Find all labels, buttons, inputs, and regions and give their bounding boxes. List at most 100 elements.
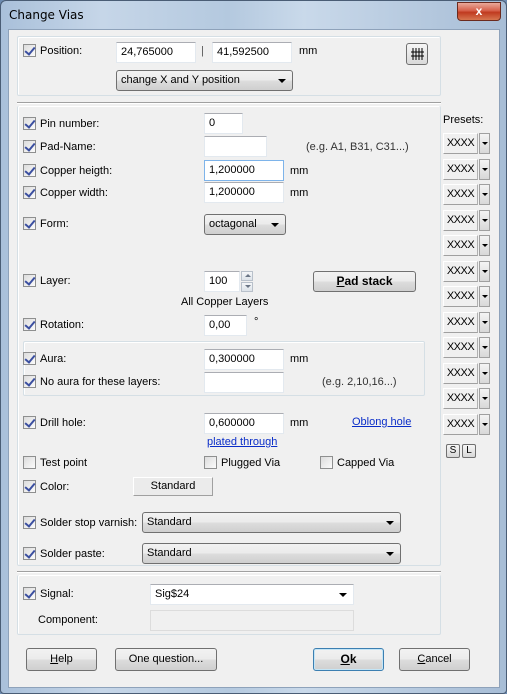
- form-checkbox[interactable]: [23, 217, 36, 230]
- spin-down-icon[interactable]: [241, 282, 253, 292]
- preset-item[interactable]: XXXX: [443, 133, 490, 154]
- rotation-unit: °: [254, 316, 259, 328]
- preset-item[interactable]: XXXX: [443, 362, 490, 384]
- solder-stop-value: Standard: [147, 516, 192, 528]
- copper-width-checkbox[interactable]: [23, 186, 36, 199]
- position-x-input[interactable]: 24,765000: [116, 42, 196, 63]
- no-aura-checkbox[interactable]: [23, 375, 36, 388]
- layer-input[interactable]: 100: [204, 271, 240, 292]
- title-bar[interactable]: Change Vias x: [1, 1, 506, 29]
- solder-paste-checkbox[interactable]: [23, 547, 36, 560]
- preset-dropdown-icon[interactable]: [479, 158, 490, 180]
- capped-via-label: Capped Via: [337, 457, 395, 469]
- drill-hole-label: Drill hole:: [40, 417, 86, 429]
- preset-dropdown-icon[interactable]: [479, 184, 490, 205]
- preset-dropdown-icon[interactable]: [479, 133, 490, 154]
- presets-title: Presets:: [443, 114, 484, 126]
- preset-button[interactable]: XXXX: [443, 260, 478, 282]
- preset-dropdown-icon[interactable]: [479, 388, 490, 409]
- color-checkbox[interactable]: [23, 480, 36, 493]
- solder-paste-select[interactable]: Standard: [142, 543, 401, 564]
- grid-icon: [411, 48, 424, 60]
- signal-label: Signal:: [40, 588, 74, 600]
- preset-dropdown-icon[interactable]: [479, 337, 490, 358]
- preset-item[interactable]: XXXX: [443, 388, 490, 409]
- preset-button[interactable]: XXXX: [443, 337, 478, 358]
- spin-up-icon[interactable]: [241, 271, 253, 281]
- position-mode-select[interactable]: change X and Y position: [116, 70, 293, 91]
- preset-dropdown-icon[interactable]: [479, 235, 490, 256]
- preset-button[interactable]: XXXX: [443, 133, 478, 154]
- preset-dropdown-icon[interactable]: [479, 362, 490, 384]
- solder-stop-label: Solder stop varnish:: [40, 517, 138, 529]
- copper-width-input[interactable]: 1,200000: [204, 182, 284, 203]
- preset-button[interactable]: XXXX: [443, 311, 478, 333]
- pin-number-checkbox[interactable]: [23, 117, 36, 130]
- cancel-label: ancel: [425, 653, 452, 665]
- drill-hole-input[interactable]: 0,600000: [204, 413, 284, 434]
- grid-button[interactable]: [406, 43, 428, 65]
- rotation-checkbox[interactable]: [23, 318, 36, 331]
- help-button[interactable]: Help: [26, 648, 97, 671]
- preset-item[interactable]: XXXX: [443, 184, 490, 205]
- preset-item[interactable]: XXXX: [443, 260, 490, 282]
- plated-through-link[interactable]: plated through: [207, 436, 277, 448]
- plugged-via-checkbox[interactable]: [204, 456, 217, 469]
- presets-load-button[interactable]: L: [462, 444, 476, 458]
- preset-item[interactable]: XXXX: [443, 413, 490, 435]
- aura-label: Aura:: [40, 353, 67, 365]
- preset-item[interactable]: XXXX: [443, 286, 490, 307]
- preset-button[interactable]: XXXX: [443, 209, 478, 231]
- plugged-via-label: Plugged Via: [221, 457, 281, 469]
- ok-label: k: [349, 652, 357, 666]
- preset-button[interactable]: XXXX: [443, 286, 478, 307]
- preset-item[interactable]: XXXX: [443, 158, 490, 180]
- drill-hole-checkbox[interactable]: [23, 416, 36, 429]
- preset-item[interactable]: XXXX: [443, 235, 490, 256]
- signal-select[interactable]: Sig$24: [150, 584, 354, 605]
- copper-height-input[interactable]: 1,200000: [204, 160, 284, 181]
- test-point-checkbox[interactable]: [23, 456, 36, 469]
- pad-stack-button[interactable]: Pad stack: [313, 271, 416, 292]
- one-question-button[interactable]: One question...: [115, 648, 217, 671]
- solder-stop-select[interactable]: Standard: [142, 512, 401, 533]
- copper-height-checkbox[interactable]: [23, 164, 36, 177]
- preset-dropdown-icon[interactable]: [479, 260, 490, 282]
- position-checkbox[interactable]: [23, 44, 36, 57]
- preset-item[interactable]: XXXX: [443, 209, 490, 231]
- preset-button[interactable]: XXXX: [443, 413, 478, 435]
- preset-button[interactable]: XXXX: [443, 235, 478, 256]
- aura-input[interactable]: 0,300000: [204, 349, 284, 370]
- no-aura-input[interactable]: [204, 372, 284, 393]
- signal-checkbox[interactable]: [23, 587, 36, 600]
- preset-button[interactable]: XXXX: [443, 158, 478, 180]
- rotation-input[interactable]: 0,00: [204, 315, 247, 336]
- pad-name-checkbox[interactable]: [23, 140, 36, 153]
- preset-dropdown-icon[interactable]: [479, 209, 490, 231]
- preset-button[interactable]: XXXX: [443, 184, 478, 205]
- preset-dropdown-icon[interactable]: [479, 286, 490, 307]
- preset-button[interactable]: XXXX: [443, 388, 478, 409]
- preset-item[interactable]: XXXX: [443, 337, 490, 358]
- pin-number-input[interactable]: 0: [204, 113, 243, 134]
- form-select[interactable]: octagonal: [204, 214, 286, 235]
- pad-name-input[interactable]: [204, 136, 267, 157]
- preset-dropdown-icon[interactable]: [479, 311, 490, 333]
- color-button[interactable]: Standard: [133, 477, 213, 496]
- close-button[interactable]: x: [457, 2, 501, 21]
- aura-checkbox[interactable]: [23, 352, 36, 365]
- capped-via-checkbox[interactable]: [320, 456, 333, 469]
- presets-save-button[interactable]: S: [446, 444, 460, 458]
- preset-dropdown-icon[interactable]: [479, 413, 490, 435]
- preset-button[interactable]: XXXX: [443, 362, 478, 384]
- pad-name-label: Pad-Name:: [40, 141, 96, 153]
- layer-spinner[interactable]: [241, 271, 253, 292]
- preset-item[interactable]: XXXX: [443, 311, 490, 333]
- oblong-hole-link[interactable]: Oblong hole: [352, 416, 411, 428]
- position-y-input[interactable]: 41,592500: [212, 42, 292, 63]
- solder-stop-checkbox[interactable]: [23, 516, 36, 529]
- ok-button[interactable]: Ok: [313, 648, 384, 671]
- cancel-button[interactable]: Cancel: [399, 648, 470, 671]
- position-mode-value: change X and Y position: [121, 74, 240, 86]
- layer-checkbox[interactable]: [23, 274, 36, 287]
